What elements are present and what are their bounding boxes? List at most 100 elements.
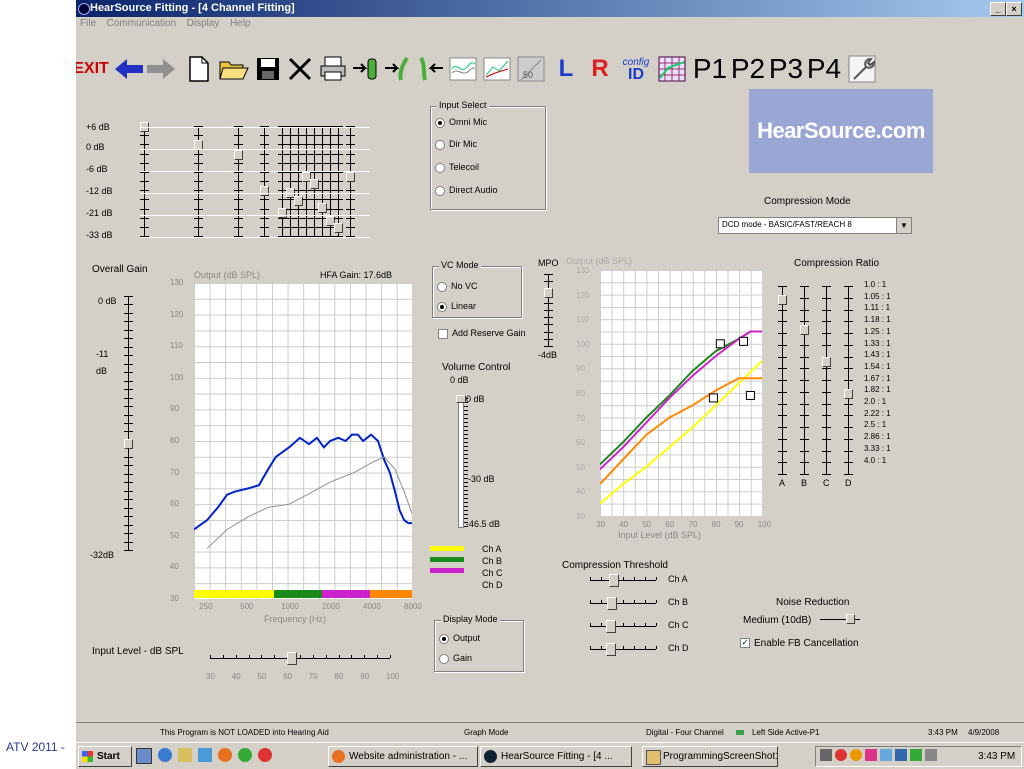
forward-arrow-icon[interactable]: [146, 50, 176, 88]
menu-help[interactable]: Help: [230, 18, 251, 29]
kneepoint-marker[interactable]: [708, 393, 718, 403]
browser-icon[interactable]: [158, 748, 172, 762]
chart-icon[interactable]: [910, 749, 922, 761]
mail-icon[interactable]: [198, 748, 212, 762]
left-ear-button[interactable]: L: [554, 50, 578, 88]
channel-gain-slider-thumb[interactable]: [346, 171, 355, 182]
program-p3-button[interactable]: P3: [768, 50, 804, 88]
minimize-button[interactable]: _: [990, 2, 1006, 16]
config-id-button[interactable]: config ID: [618, 50, 654, 88]
overall-gain-thumb[interactable]: [124, 439, 133, 450]
noise-reduction-thumb[interactable]: [846, 614, 855, 624]
threshold-ch-a-thumb[interactable]: [609, 574, 620, 587]
ratio-slider-b-thumb[interactable]: [800, 325, 809, 336]
compression-mode-select[interactable]: DCD mode - BASIC/FAST/REACH 8 ▼: [718, 217, 912, 234]
program-p2-button[interactable]: P2: [730, 50, 766, 88]
input-level-thumb[interactable]: [287, 652, 297, 665]
option-dir-mic[interactable]: Dir Mic: [435, 139, 477, 150]
firefox-icon[interactable]: [218, 748, 232, 762]
linear-radio[interactable]: [437, 301, 447, 312]
ratio-slider-c-thumb[interactable]: [822, 357, 831, 368]
channel-gain-slider-thumb[interactable]: [294, 195, 303, 206]
program-p4-button[interactable]: P4: [806, 50, 842, 88]
fb-cancellation-checkbox[interactable]: ✓: [740, 638, 750, 649]
channel-gain-slider-thumb[interactable]: [260, 185, 269, 196]
telecoil-radio[interactable]: [435, 162, 445, 173]
kneepoint-marker[interactable]: [715, 339, 725, 349]
exit-button[interactable]: EXIT: [76, 50, 109, 88]
direct-audio-radio[interactable]: [435, 185, 445, 196]
save-disk-icon[interactable]: [254, 50, 282, 88]
desktop-icon[interactable]: [136, 748, 152, 764]
update-icon[interactable]: [880, 749, 892, 761]
volume-thumb[interactable]: [456, 395, 466, 403]
kneepoint-marker[interactable]: [745, 390, 755, 400]
output-radio[interactable]: [439, 633, 449, 644]
no-vc-radio[interactable]: [437, 281, 447, 292]
task-website-admin[interactable]: Website administration - ...: [328, 746, 478, 767]
option-telecoil[interactable]: Telecoil: [435, 162, 479, 173]
ratio-slider-a-thumb[interactable]: [778, 295, 787, 306]
undo-aid-icon[interactable]: [416, 50, 444, 88]
grid-chart-icon[interactable]: [656, 50, 688, 88]
left-chart-ytick: 30: [170, 594, 179, 603]
channel-gain-slider-thumb[interactable]: [234, 149, 243, 160]
read-aid-icon[interactable]: [352, 50, 380, 88]
messenger-icon[interactable]: [850, 749, 862, 761]
mpo-thumb[interactable]: [544, 288, 553, 298]
compression-mode-value: DCD mode - BASIC/FAST/REACH 8: [722, 220, 852, 229]
back-arrow-icon[interactable]: [114, 50, 144, 88]
option-direct-audio[interactable]: Direct Audio: [435, 185, 498, 196]
threshold-ch-b-thumb[interactable]: [607, 597, 618, 610]
threshold-ch-c-thumb[interactable]: [605, 620, 616, 633]
channel-gain-slider-tick: [346, 190, 355, 192]
security-icon[interactable]: [835, 749, 847, 761]
kneepoint-marker[interactable]: [738, 336, 748, 346]
menu-display[interactable]: Display: [187, 18, 220, 29]
program-p1-button[interactable]: P1: [692, 50, 728, 88]
delete-x-icon[interactable]: [286, 50, 314, 88]
menu-file[interactable]: File: [80, 18, 96, 29]
print-icon[interactable]: [318, 50, 348, 88]
dir-mic-radio[interactable]: [435, 139, 445, 150]
write-aid-icon[interactable]: [384, 50, 412, 88]
media-icon[interactable]: [178, 748, 192, 762]
omni-mic-radio[interactable]: [435, 117, 445, 128]
option-omni-mic[interactable]: Omni Mic: [435, 117, 487, 128]
noise-reduction-slider[interactable]: [820, 612, 860, 626]
menu-communication[interactable]: Communication: [107, 18, 176, 29]
close-button[interactable]: ×: [1006, 2, 1022, 16]
channel-gain-slider-tick: [346, 208, 355, 210]
gain-radio[interactable]: [439, 653, 449, 664]
threshold-channel-label: Ch C: [668, 620, 689, 630]
response-curve-icon[interactable]: [448, 50, 478, 88]
wrench-icon[interactable]: [846, 50, 878, 88]
add-reserve-gain[interactable]: Add Reserve Gain: [438, 328, 526, 339]
task-hearsource[interactable]: HearSource Fitting - [4 ...: [480, 746, 632, 767]
start-button[interactable]: Start: [78, 746, 132, 767]
task-screenshot[interactable]: ProgrammingScreenShot1...: [642, 746, 778, 767]
new-file-icon[interactable]: [186, 50, 212, 88]
right-ear-button[interactable]: R: [588, 50, 612, 88]
open-folder-icon[interactable]: [218, 50, 250, 88]
option-linear[interactable]: Linear: [437, 301, 476, 312]
curve-compare-icon[interactable]: [482, 50, 512, 88]
volume-tick: [464, 410, 468, 411]
option-gain[interactable]: Gain: [439, 653, 472, 664]
threshold-ch-d-thumb[interactable]: [605, 643, 616, 656]
option-output[interactable]: Output: [439, 633, 480, 644]
network-icon[interactable]: [820, 749, 832, 761]
chevron-down-icon[interactable]: ▼: [896, 218, 911, 233]
display-icon[interactable]: [895, 749, 907, 761]
reserve-gain-checkbox[interactable]: [438, 328, 448, 339]
title-bar: HearSource Fitting - [4 Channel Fitting]…: [76, 0, 1024, 17]
player-icon[interactable]: [238, 748, 252, 762]
volume-50-icon[interactable]: 50: [516, 50, 546, 88]
app-red-icon[interactable]: [258, 748, 272, 762]
option-no-vc[interactable]: No VC: [437, 281, 478, 292]
channel-gain-slider-thumb[interactable]: [334, 223, 343, 234]
enable-fb-cancellation[interactable]: ✓ Enable FB Cancellation: [740, 638, 859, 649]
heart-icon[interactable]: [865, 749, 877, 761]
volume-icon[interactable]: [925, 749, 937, 761]
ratio-slider-d-thumb[interactable]: [844, 389, 853, 400]
